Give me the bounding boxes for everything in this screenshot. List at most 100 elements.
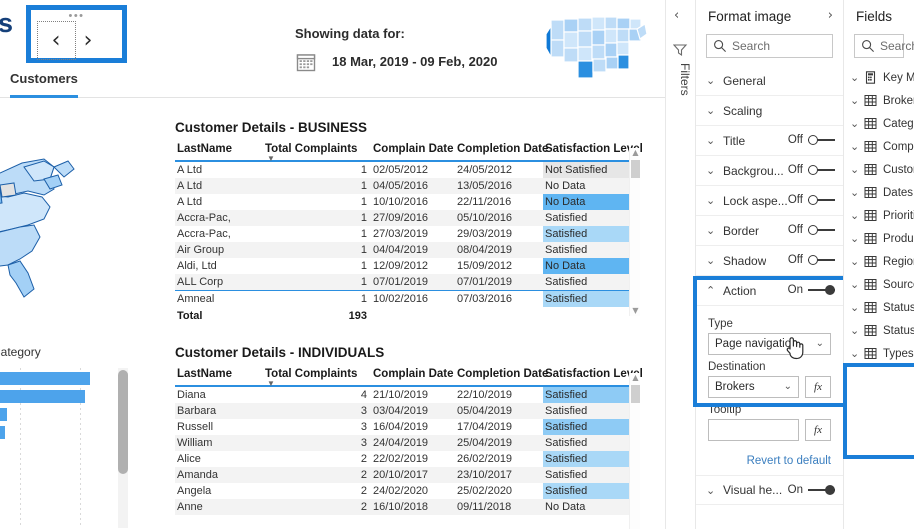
table-title-business: Customer Details - BUSINESS (175, 120, 639, 135)
field-item-regions[interactable]: ⌄Region (844, 250, 914, 273)
table-row: Aldi, Ltd112/09/201215/09/2012No Data (175, 258, 639, 274)
action-toggle[interactable] (808, 284, 835, 296)
individuals-table-scrollbar[interactable]: ▲ (629, 373, 640, 529)
usa-map-visual[interactable] (0, 133, 104, 303)
image-visual-selection-frame[interactable]: ••• ‹ › (26, 5, 127, 63)
section-visual-header[interactable]: ⌄ Visual he... On (696, 475, 843, 505)
field-item-key-measures[interactable]: ⌄ Key Me (844, 66, 914, 89)
tooltip-input[interactable] (708, 419, 799, 441)
showing-data-for-label: Showing data for: (295, 26, 405, 41)
fields-list: ⌄ Key Me ⌄Brokers ⌄Catego ⌄Compla ⌄Custo… (844, 66, 914, 365)
scrollbar-thumb[interactable] (631, 160, 640, 178)
scroll-up-icon[interactable]: ▲ (630, 148, 641, 158)
col-completion-date[interactable]: Completion Date (455, 368, 543, 386)
field-item-types[interactable]: ⌄Types (844, 342, 914, 365)
tooltip-fx-button[interactable]: fx (805, 419, 831, 441)
scrollbar-thumb[interactable] (631, 385, 640, 403)
shadow-toggle[interactable] (808, 254, 835, 266)
bar-4[interactable] (0, 426, 5, 439)
col-completion-date[interactable]: Completion Date (455, 143, 543, 161)
chevron-down-icon[interactable]: ⌄ (850, 301, 859, 314)
category-bar-chart[interactable] (0, 368, 120, 528)
chevron-down-icon[interactable]: ⌄ (850, 232, 859, 245)
table-row: Accra-Pac,127/09/201605/10/2016Satisfied (175, 210, 639, 226)
field-item-brokers[interactable]: ⌄Brokers (844, 89, 914, 112)
table-visual-business[interactable]: Customer Details - BUSINESS LastName Tot… (175, 120, 639, 324)
bar-1[interactable] (0, 372, 90, 385)
table-row: William324/04/201925/04/2019Satisfied (175, 435, 639, 451)
field-item-status-list[interactable]: ⌄Status l (844, 296, 914, 319)
col-lastname[interactable]: LastName (175, 143, 263, 161)
filter-icon[interactable] (673, 43, 689, 57)
field-item-categories[interactable]: ⌄Catego (844, 112, 914, 135)
table-row: Diana421/10/201922/10/2019Satisfied (175, 386, 639, 403)
chevron-down-icon[interactable]: ⌄ (850, 94, 859, 107)
field-item-customers[interactable]: ⌄Custom (844, 158, 914, 181)
border-toggle[interactable] (808, 224, 835, 236)
destination-fx-button[interactable]: fx (805, 376, 831, 398)
chevron-down-icon[interactable]: ⌄ (850, 163, 859, 176)
revert-to-default-link[interactable]: Revert to default (696, 445, 843, 475)
chevron-down-icon[interactable]: ⌄ (850, 186, 859, 199)
section-title[interactable]: ⌄ Title Off (696, 126, 843, 156)
bar-3[interactable] (0, 408, 7, 421)
toggle-state-label: Off (788, 194, 803, 206)
expand-pane-icon[interactable]: › (828, 8, 833, 23)
section-border[interactable]: ⌄ Border Off (696, 216, 843, 246)
table-row: Amanda220/10/201723/10/2017Satisfied (175, 467, 639, 483)
page-navigation-forward-button[interactable]: › (73, 24, 103, 56)
section-background[interactable]: ⌄ Backgrou... Off (696, 156, 843, 186)
section-lock-aspect[interactable]: ⌄ Lock aspe... Off (696, 186, 843, 216)
business-table-scrollbar[interactable]: ▲ ▼ (629, 148, 640, 316)
cell-lastname: Angela (175, 483, 263, 499)
chevron-down-icon[interactable]: ⌄ (850, 209, 859, 222)
col-complain-date[interactable]: Complain Date (371, 143, 455, 161)
toggle-state-label: Off (788, 164, 803, 176)
chevron-down-icon[interactable]: ⌄ (850, 347, 859, 360)
category-chart-scrollbar-thumb[interactable] (118, 370, 128, 474)
col-total-complaints[interactable]: Total Complaints ▼ (263, 368, 371, 386)
calendar-icon (296, 52, 316, 72)
section-action[interactable]: ⌃ Action On (696, 276, 843, 306)
col-satisfaction-level[interactable]: Satisfaction Level (543, 368, 639, 386)
chevron-down-icon[interactable]: ⌄ (850, 71, 859, 84)
chevron-down-icon[interactable]: ⌄ (850, 278, 859, 291)
filters-pane-label[interactable]: Filters (670, 63, 692, 96)
field-item-priorities[interactable]: ⌄Prioritie (844, 204, 914, 227)
field-item-sources[interactable]: ⌄Source (844, 273, 914, 296)
action-destination-dropdown[interactable]: Brokers ⌄ (708, 376, 799, 398)
col-satisfaction-level[interactable]: Satisfaction Level (543, 143, 639, 161)
background-toggle[interactable] (808, 164, 835, 176)
chevron-down-icon[interactable]: ⌄ (850, 324, 859, 337)
bar-2[interactable] (0, 390, 85, 403)
col-lastname[interactable]: LastName (175, 368, 263, 386)
section-general[interactable]: ⌄ General (696, 66, 843, 96)
chevron-down-icon[interactable]: ⌄ (850, 140, 859, 153)
cell-satisfaction: Satisfied (543, 435, 639, 451)
collapse-pane-icon[interactable]: ‹ (674, 8, 679, 23)
scroll-down-icon[interactable]: ▼ (630, 306, 641, 316)
toggle-state-label: Off (788, 134, 803, 146)
action-type-dropdown[interactable]: Page navigation ⌄ (708, 333, 831, 355)
lock-aspect-toggle[interactable] (808, 194, 835, 206)
format-search-input[interactable]: Search (706, 34, 833, 58)
chevron-down-icon: ⌄ (706, 224, 715, 237)
field-item-complaints[interactable]: ⌄Compla (844, 135, 914, 158)
title-toggle[interactable] (808, 134, 835, 146)
tab-customers[interactable]: Customers (10, 71, 78, 86)
chevron-down-icon[interactable]: ⌄ (850, 117, 859, 130)
field-item-products[interactable]: ⌄Produc (844, 227, 914, 250)
chevron-down-icon[interactable]: ⌄ (850, 255, 859, 268)
col-total-complaints[interactable]: Total Complaints ▼ (263, 143, 371, 161)
visual-header-toggle[interactable] (808, 484, 835, 496)
fields-search-input[interactable]: Search (854, 34, 904, 58)
toggle-state-label: Off (788, 254, 803, 266)
field-item-dates[interactable]: ⌄Dates (844, 181, 914, 204)
table-visual-individuals[interactable]: Customer Details - INDIVIDUALS LastName … (175, 345, 639, 515)
scroll-up-icon[interactable]: ▲ (630, 373, 641, 383)
section-scaling[interactable]: ⌄ Scaling (696, 96, 843, 126)
field-item-statuses[interactable]: ⌄Statuse (844, 319, 914, 342)
col-complain-date[interactable]: Complain Date (371, 368, 455, 386)
page-navigation-back-button[interactable]: ‹ (41, 24, 71, 56)
section-shadow[interactable]: ⌄ Shadow Off (696, 246, 843, 276)
